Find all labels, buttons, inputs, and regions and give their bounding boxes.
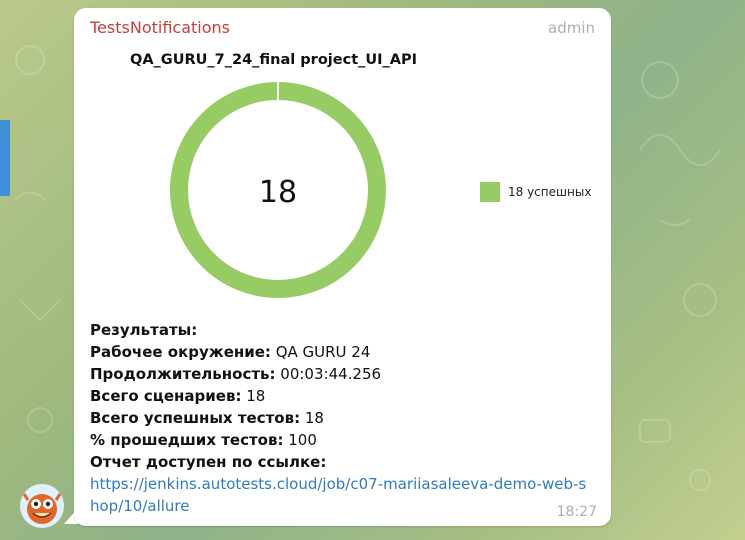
center-count: 18	[259, 175, 297, 210]
report-link[interactable]: https://jenkins.autotests.cloud/job/c07-…	[90, 475, 586, 515]
bot-avatar[interactable]	[20, 484, 64, 528]
sender-role: admin	[548, 19, 595, 37]
result-row: % прошедших тестов: 100	[90, 431, 317, 449]
results-text: Результаты: Рабочее окружение: QA GURU 2…	[90, 319, 595, 517]
report-link-label: Отчет доступен по ссылке:	[90, 453, 327, 471]
result-row: Рабочее окружение: QA GURU 24	[90, 343, 371, 361]
chart-title: QA_GURU_7_24_final project_UI_API	[130, 52, 418, 68]
message-time: 18:27	[556, 504, 597, 520]
result-row: Всего сценариев: 18	[90, 387, 266, 405]
result-row: Продолжительность: 00:03:44.256	[90, 365, 382, 383]
legend-label: 18 успешных	[508, 185, 592, 199]
result-row: Всего успешных тестов: 18	[90, 409, 324, 427]
donut-chart: 18	[170, 82, 386, 298]
results-heading: Результаты:	[90, 321, 198, 339]
message-bubble: TestsNotifications admin QA_GURU_7_24_fi…	[74, 8, 611, 526]
legend-swatch	[480, 182, 500, 202]
sender-name[interactable]: TestsNotifications	[90, 18, 230, 37]
sidebar-edge	[0, 120, 10, 196]
chart-legend: 18 успешных	[480, 182, 591, 202]
